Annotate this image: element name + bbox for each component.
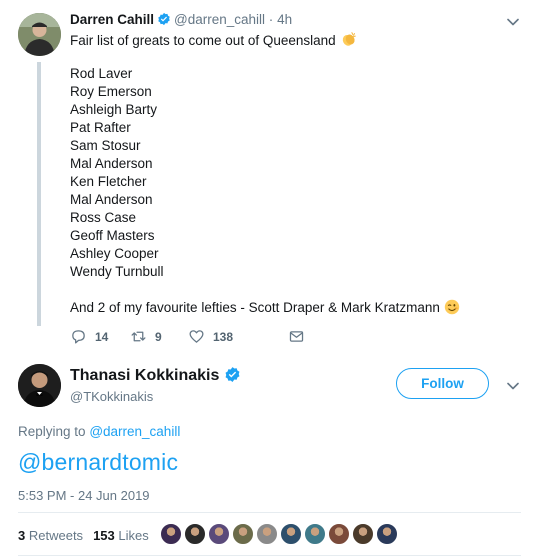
- greats-list: Rod Laver Roy Emerson Ashleigh Barty Pat Ra…: [70, 65, 164, 281]
- closing-line: And 2 of my favourite lefties - Scott Dr…: [70, 299, 460, 317]
- thread-line: [37, 62, 41, 326]
- tweet-header: Darren Cahill @darren_cahill · 4h: [70, 12, 292, 27]
- retweet-count: 9: [155, 329, 162, 344]
- list-item: Sam Stosur: [70, 138, 141, 153]
- heart-icon: [189, 330, 204, 343]
- author-name[interactable]: Darren Cahill: [70, 12, 154, 27]
- likes-label: Likes: [118, 528, 149, 543]
- liker-avatar[interactable]: [376, 523, 398, 545]
- replying-prefix: Replying to: [18, 424, 86, 439]
- winking-face-emoji: [444, 299, 460, 315]
- avatar[interactable]: [18, 364, 61, 407]
- avatar-photo: [18, 13, 61, 56]
- author-name[interactable]: Thanasi Kokkinakis: [70, 367, 219, 384]
- tweet-stats: 3 Retweets 153 Likes: [18, 528, 149, 543]
- liker-avatar[interactable]: [208, 523, 230, 545]
- list-item: Mal Anderson: [70, 192, 153, 207]
- tweet-text: Fair list of greats to come out of Queen…: [70, 31, 357, 50]
- liker-avatar[interactable]: [184, 523, 206, 545]
- chevron-down-icon[interactable]: [505, 14, 521, 30]
- like-count: 138: [213, 329, 234, 344]
- tweet-timestamp[interactable]: 5:53 PM - 24 Jun 2019: [18, 488, 150, 503]
- reply-icon: [72, 330, 85, 344]
- reply-action[interactable]: 14: [70, 328, 108, 345]
- reply-count: 14: [95, 329, 109, 344]
- divider: [18, 555, 521, 556]
- avatar[interactable]: [18, 13, 61, 56]
- likes-count: 153: [93, 528, 115, 543]
- envelope-icon: [289, 331, 304, 342]
- clapping-hands-emoji: [342, 32, 356, 46]
- liker-avatar[interactable]: [352, 523, 374, 545]
- retweets-label: Retweets: [28, 528, 84, 543]
- retweets-stat[interactable]: 3 Retweets: [18, 528, 83, 543]
- liker-avatar[interactable]: [256, 523, 278, 545]
- liker-avatars: [160, 523, 398, 547]
- list-item: Mal Anderson: [70, 156, 153, 171]
- author-handle[interactable]: @darren_cahill: [174, 12, 265, 27]
- retweet-action[interactable]: 9: [130, 328, 162, 345]
- replying-mention-link[interactable]: @darren_cahill: [89, 424, 180, 439]
- list-item: Ross Case: [70, 210, 137, 225]
- list-item: Pat Rafter: [70, 120, 131, 135]
- retweet-icon: [131, 331, 146, 342]
- tweet-text-body: Fair list of greats to come out of Queen…: [70, 33, 336, 48]
- liker-avatar[interactable]: [232, 523, 254, 545]
- like-action[interactable]: 138: [188, 328, 233, 345]
- avatar-photo: [18, 364, 61, 407]
- list-item: Roy Emerson: [70, 84, 152, 99]
- verified-badge-icon: [225, 367, 240, 382]
- separator-dot: ·: [268, 12, 274, 27]
- message-action[interactable]: [288, 328, 305, 345]
- list-item: Ken Fletcher: [70, 174, 147, 189]
- author-name-line: Thanasi Kokkinakis: [70, 366, 244, 385]
- verified-badge-icon: [158, 12, 170, 26]
- list-item: Ashley Cooper: [70, 246, 159, 261]
- replying-to: Replying to @darren_cahill: [18, 424, 180, 439]
- liker-avatar[interactable]: [328, 523, 350, 545]
- list-item: Rod Laver: [70, 66, 133, 81]
- liker-avatar[interactable]: [160, 523, 182, 545]
- list-item: Ashleigh Barty: [70, 102, 158, 117]
- liker-avatar[interactable]: [280, 523, 302, 545]
- divider: [18, 512, 521, 513]
- retweets-count: 3: [18, 528, 26, 543]
- likes-stat[interactable]: 153 Likes: [93, 528, 149, 543]
- chevron-down-icon[interactable]: [505, 378, 521, 394]
- liker-avatar[interactable]: [304, 523, 326, 545]
- follow-button[interactable]: Follow: [396, 368, 489, 399]
- tweet-time[interactable]: 4h: [277, 12, 292, 27]
- tweet-text[interactable]: @bernardtomic: [18, 449, 178, 476]
- author-handle[interactable]: @TKokkinakis: [70, 389, 153, 404]
- list-item: Wendy Turnbull: [70, 264, 164, 279]
- closing-text: And 2 of my favourite lefties - Scott Dr…: [70, 300, 440, 315]
- list-item: Geoff Masters: [70, 228, 155, 243]
